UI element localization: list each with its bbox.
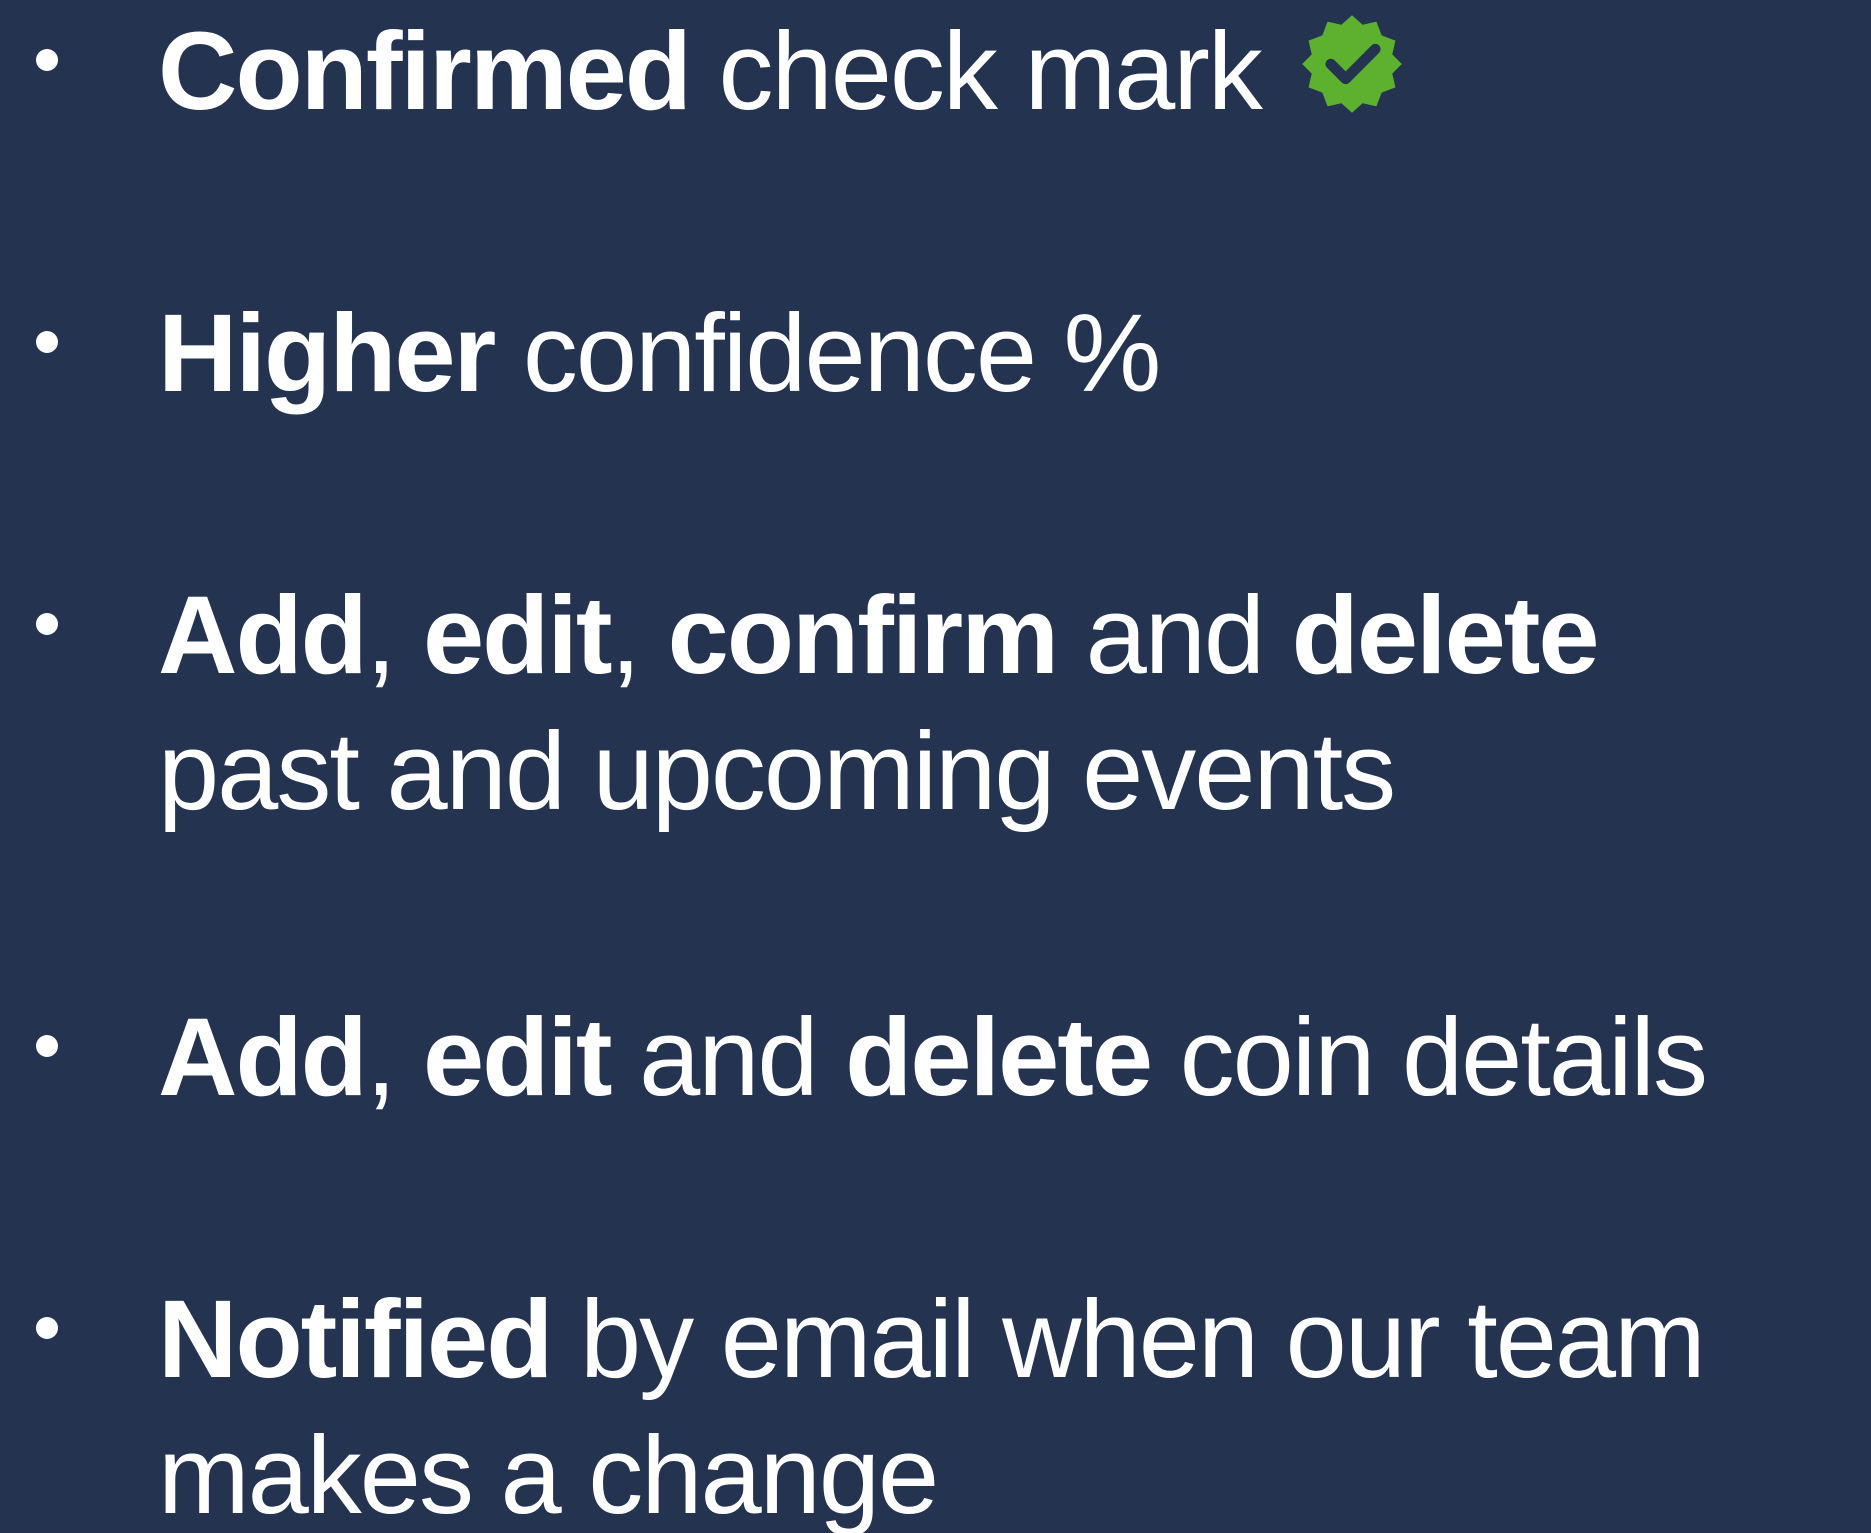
feature-slide: Confirmed check mark Higher confidence %… [0,0,1871,1533]
bold-text: edit [422,996,613,1119]
bold-text: edit [422,574,613,697]
regular-text: makes a change [158,1414,939,1533]
verified-badge-icon [1302,15,1403,113]
regular-text: coin details [1151,996,1708,1119]
bullet-text: Add, edit and delete coin details [158,990,1858,1126]
regular-text: and [1057,574,1292,697]
regular-text: by email when our team [551,1278,1706,1401]
regular-text: confidence % [494,292,1161,415]
bullet-dot [36,613,58,635]
bullet-dot [36,49,58,71]
bold-text: Higher [158,292,496,415]
regular-text: check mark [690,10,1263,133]
bullet-dot [36,1035,58,1057]
bullet-text: Higher confidence % [158,286,1858,422]
bullet-text: Notified by email when our team makes a … [158,1272,1858,1533]
regular-text: past and upcoming events [158,710,1396,833]
bullet-dot [36,331,58,353]
bold-text: confirm [667,574,1059,697]
regular-text: , [365,996,423,1119]
regular-text: and [610,996,846,1119]
bold-text: Confirmed [158,10,692,133]
bold-text: Add [158,996,368,1119]
regular-text: , [365,574,423,697]
bullet-text: Add, edit, confirm and delete past and u… [158,568,1858,840]
bold-text: delete [1291,574,1600,697]
regular-text: , [610,574,668,697]
bold-text: Notified [158,1278,553,1401]
bullet-dot [36,1317,58,1339]
bold-text: Add [158,574,368,697]
bold-text: delete [845,996,1153,1119]
bullet-text: Confirmed check mark [158,4,1858,140]
